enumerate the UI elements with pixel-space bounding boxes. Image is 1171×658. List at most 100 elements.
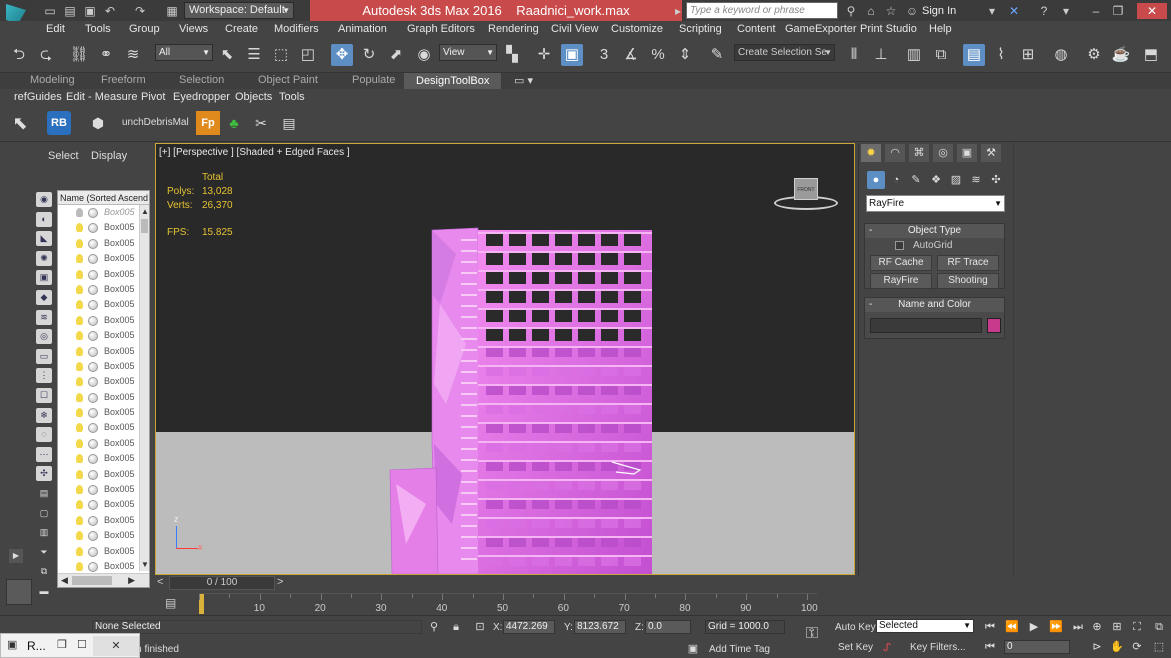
geometry-sphere-icon[interactable] xyxy=(88,469,98,480)
redo-icon[interactable]: ↷ xyxy=(132,3,148,19)
geometry-sphere-icon[interactable] xyxy=(88,392,98,403)
light-bulb-icon[interactable] xyxy=(76,469,83,479)
submenu-refguides[interactable]: refGuides xyxy=(14,91,62,103)
viewcube-face[interactable]: FRONT xyxy=(794,178,818,200)
menu-animation[interactable]: Animation xyxy=(338,23,387,35)
named-selection-set-dropdown[interactable]: Create Selection Se ▼ xyxy=(734,44,835,61)
curve-editor-icon[interactable]: ⌇ xyxy=(990,44,1012,66)
schematic-view-icon[interactable]: ⊞ xyxy=(1017,44,1039,66)
light-bulb-icon[interactable] xyxy=(76,208,83,217)
light-bulb-icon[interactable] xyxy=(76,238,83,248)
zoom-icon[interactable]: ⊕ xyxy=(1090,620,1104,634)
submenu-edit-measure[interactable]: Edit - Measure xyxy=(66,91,138,103)
select-manipulate-icon[interactable]: ✛ xyxy=(533,44,555,66)
tab-select[interactable]: Select xyxy=(48,150,79,162)
go-to-end-icon[interactable]: ⏭ xyxy=(1071,620,1085,634)
trackbar-ruler[interactable]: 10 20 30 40 50 60 70 80 90 100 xyxy=(199,593,818,614)
light-bulb-icon[interactable] xyxy=(76,377,83,387)
object-type-header[interactable]: - Object Type xyxy=(865,224,1004,238)
selection-lock-icon[interactable]: 🔒︎ xyxy=(449,620,463,634)
geometry-sphere-icon[interactable] xyxy=(88,331,98,342)
scroll-up-icon[interactable]: ▲ xyxy=(141,207,149,216)
spacewarps-category-icon[interactable]: ≋ xyxy=(967,171,985,189)
geometry-sphere-icon[interactable] xyxy=(88,254,98,265)
column-header-name[interactable]: Name (Sorted Ascend xyxy=(58,191,149,205)
list-item[interactable]: Box005 xyxy=(58,313,149,328)
create-tab-icon[interactable]: ✹ xyxy=(861,144,881,162)
list-item[interactable]: Box005 xyxy=(58,220,149,235)
exchange-icon[interactable]: ✕ xyxy=(1006,3,1022,19)
light-bulb-icon[interactable] xyxy=(76,500,83,510)
light-bulb-icon[interactable] xyxy=(76,315,83,325)
systems-category-icon[interactable]: ✣ xyxy=(987,171,1005,189)
geometry-sphere-icon[interactable] xyxy=(88,377,98,388)
menu-edit[interactable]: Edit xyxy=(46,23,65,35)
undo-toolbar-icon[interactable]: ⮌ xyxy=(8,44,30,66)
autogrid-checkbox[interactable] xyxy=(895,241,904,250)
x-coordinate-field[interactable]: 4472.269 xyxy=(503,620,555,634)
undo-icon[interactable]: ↶ xyxy=(102,3,118,19)
layer-explorer-icon[interactable]: ▥ xyxy=(903,44,925,66)
list-item[interactable]: Box005 xyxy=(58,451,149,466)
ribbon-toggle-icon[interactable]: ⧉ xyxy=(930,44,952,66)
display-geometry-icon[interactable]: ◐ xyxy=(36,211,52,227)
rect-selection-icon[interactable]: ⬚ xyxy=(270,44,292,66)
light-bulb-icon[interactable] xyxy=(76,408,83,418)
key-icon[interactable]: ⚿ xyxy=(800,626,824,642)
light-bulb-icon[interactable] xyxy=(76,269,83,279)
taskbar-button[interactable]: ▣ R... ❐ ☐ ✕ xyxy=(0,633,140,658)
bind-space-warp-icon[interactable]: ≋ xyxy=(122,44,144,66)
restore-icon[interactable]: ❐ xyxy=(1110,3,1126,19)
search-input[interactable]: Type a keyword or phrase xyxy=(686,2,838,19)
light-bulb-icon[interactable] xyxy=(76,485,83,495)
rb-button[interactable]: RB xyxy=(47,111,71,135)
display-xrefs-icon[interactable]: ▭ xyxy=(36,348,52,364)
menu-views[interactable]: Views xyxy=(179,23,208,35)
geometry-sphere-icon[interactable] xyxy=(88,269,98,280)
list-item[interactable]: Box005 xyxy=(58,405,149,420)
tab-display[interactable]: Display xyxy=(91,150,127,162)
cameras-category-icon[interactable]: ❖ xyxy=(927,171,945,189)
select-by-name-icon[interactable]: ☰ xyxy=(243,44,265,66)
current-frame-field[interactable]: 0 xyxy=(1004,640,1070,654)
object-category-select[interactable]: RayFire ▼ xyxy=(866,195,1005,212)
lights-category-icon[interactable]: ✎ xyxy=(907,171,925,189)
display-cameras-icon[interactable]: ▣ xyxy=(36,270,52,286)
save-file-icon[interactable]: ▣ xyxy=(82,3,98,19)
z-coordinate-field[interactable]: 0.0 xyxy=(645,620,691,634)
display-invert-icon[interactable]: ▢ xyxy=(36,506,52,521)
render-production-icon[interactable]: ⬒ xyxy=(1140,44,1162,66)
submenu-pivot[interactable]: Pivot xyxy=(141,91,165,103)
geometry-sphere-icon[interactable] xyxy=(88,208,98,218)
menu-civil-view[interactable]: Civil View xyxy=(551,23,598,35)
minimize-icon[interactable]: – xyxy=(1088,3,1104,19)
light-bulb-icon[interactable] xyxy=(76,515,83,525)
open-file-icon[interactable]: ▤ xyxy=(62,3,78,19)
light-bulb-icon[interactable] xyxy=(76,361,83,371)
pivot-center-icon[interactable]: ▚ xyxy=(501,44,523,66)
menu-content[interactable]: Content xyxy=(737,23,776,35)
window-crossing-icon[interactable]: ◰ xyxy=(297,44,319,66)
list-item[interactable]: Box005 xyxy=(58,236,149,251)
list-item[interactable]: Box005 xyxy=(58,205,149,220)
display-hidden-icon[interactable]: ◌ xyxy=(36,427,52,443)
display-shapes-icon[interactable]: ◣ xyxy=(36,231,52,247)
mirror-icon[interactable]: ⫴ xyxy=(843,44,865,66)
key-filters-button[interactable]: Key Filters... xyxy=(910,642,966,653)
display-tab-icon[interactable]: ▣ xyxy=(957,144,977,162)
menu-group[interactable]: Group xyxy=(129,23,160,35)
menu-create[interactable]: Create xyxy=(225,23,258,35)
list-item[interactable]: Box005 xyxy=(58,359,149,374)
select-and-scale-icon[interactable]: ⬈ xyxy=(385,44,407,66)
menu-customize[interactable]: Customize xyxy=(611,23,663,35)
taskbar-restore-icon[interactable]: ❐ xyxy=(57,638,67,651)
geometry-sphere-icon[interactable] xyxy=(88,223,98,234)
render-setup-icon[interactable]: ⚙ xyxy=(1083,44,1105,66)
geometry-sphere-icon[interactable] xyxy=(88,531,98,542)
rf-cache-button[interactable]: RF Cache xyxy=(870,255,932,271)
menu-gameexporter[interactable]: GameExporter xyxy=(785,23,857,35)
scroll-right-icon[interactable]: ▶ xyxy=(128,575,135,586)
align-icon[interactable]: ⊥ xyxy=(870,44,892,66)
light-bulb-icon[interactable] xyxy=(76,300,83,310)
rayfire-button[interactable]: RayFire xyxy=(870,273,932,289)
